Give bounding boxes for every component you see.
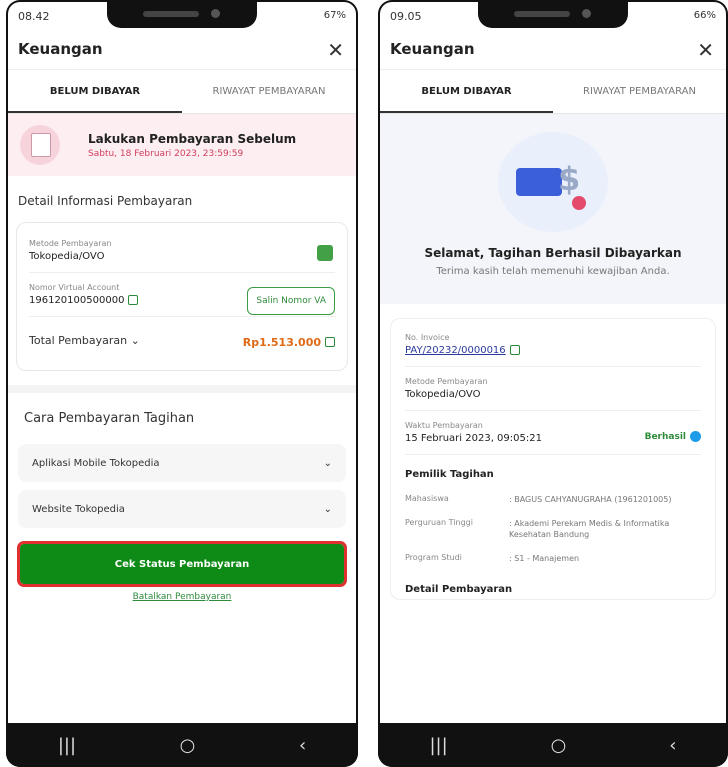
status-time: 08.42 xyxy=(18,10,50,23)
tabs: BELUM DIBAYAR RIWAYAT PEMBAYARAN xyxy=(380,70,726,114)
recent-apps-icon[interactable]: ||| xyxy=(429,735,447,756)
app-bar: Keuangan ✕ xyxy=(380,30,726,70)
payment-success-illustration: $ xyxy=(498,132,608,232)
tab-belum-dibayar[interactable]: BELUM DIBAYAR xyxy=(8,70,182,113)
screen-left: 08.42 67% Keuangan ✕ BELUM DIBAYAR RIWAY… xyxy=(8,2,356,723)
total-row: Total Pembayaran ⌄ Rp1.513.000 xyxy=(29,317,335,364)
phone-left: 08.42 67% Keuangan ✕ BELUM DIBAYAR RIWAY… xyxy=(6,0,358,767)
back-icon[interactable]: ‹ xyxy=(299,735,306,756)
status-bar: 09.05 66% xyxy=(380,2,726,30)
owner-row: Mahasiswa : BAGUS CAHYANUGRAHA (196120100… xyxy=(405,488,701,512)
recent-apps-icon[interactable]: ||| xyxy=(58,735,76,756)
copy-total-icon[interactable] xyxy=(325,336,335,347)
page-title: Keuangan xyxy=(390,40,475,58)
back-icon[interactable]: ‹ xyxy=(669,735,676,756)
camera-notch xyxy=(107,2,257,28)
total-value: Rp1.513.000 xyxy=(242,336,321,349)
time-label: Waktu Pembayaran xyxy=(405,421,483,430)
copy-icon[interactable] xyxy=(509,345,520,355)
owner-value: : Akademi Perekam Medis & Informatika Ke… xyxy=(509,518,670,540)
invoice-label: No. Invoice xyxy=(405,333,450,342)
app-bar: Keuangan ✕ xyxy=(8,30,356,70)
battery-level: 67% xyxy=(323,10,346,21)
status-badge: Berhasil xyxy=(645,431,701,442)
owner-key: Perguruan Tinggi xyxy=(405,517,473,527)
close-icon[interactable]: ✕ xyxy=(697,38,714,62)
invoice-link[interactable]: PAY/20232/0000016 xyxy=(405,345,506,356)
invoice-card: No. Invoice PAY/20232/0000016 Metode Pem… xyxy=(390,318,716,601)
tab-riwayat-pembayaran[interactable]: RIWAYAT PEMBAYARAN xyxy=(553,70,726,113)
accordion-label: Aplikasi Mobile Tokopedia xyxy=(32,457,160,469)
phone-right: 09.05 66% Keuangan ✕ BELUM DIBAYAR RIWAY… xyxy=(378,0,728,767)
android-nav-bar: ||| ○ ‹ xyxy=(378,723,728,767)
accordion-tokopedia-web[interactable]: Website Tokopedia ⌄ xyxy=(18,490,346,528)
owner-value: : BAGUS CAHYANUGRAHA (1961201005) xyxy=(509,495,672,504)
va-row: Nomor Virtual Account 196120100500000 Sa… xyxy=(29,273,335,317)
tab-belum-dibayar[interactable]: BELUM DIBAYAR xyxy=(380,70,553,113)
screen-right: 09.05 66% Keuangan ✕ BELUM DIBAYAR RIWAY… xyxy=(380,2,726,723)
method-row: Metode Pembayaran Tokopedia/OVO xyxy=(405,367,701,411)
total-label[interactable]: Total Pembayaran ⌄ xyxy=(29,334,140,347)
check-icon xyxy=(690,431,701,442)
deadline-title: Lakukan Pembayaran Sebelum xyxy=(88,131,297,146)
camera-notch xyxy=(478,2,628,28)
calendar-icon xyxy=(20,125,60,165)
accordion-tokopedia-app[interactable]: Aplikasi Mobile Tokopedia ⌄ xyxy=(18,444,346,482)
cancel-payment-link[interactable]: Batalkan Pembayaran xyxy=(8,592,356,602)
home-icon[interactable]: ○ xyxy=(180,735,196,756)
method-label: Metode Pembayaran xyxy=(405,377,488,386)
status-time: 09.05 xyxy=(390,10,422,23)
success-subtitle: Terima kasih telah memenuhi kewajiban An… xyxy=(436,266,670,277)
owner-row: Program Studi : S1 - Manajemen xyxy=(405,547,701,571)
shopping-bag-icon xyxy=(317,245,333,261)
chevron-down-icon: ⌄ xyxy=(323,457,332,469)
battery-level: 66% xyxy=(693,10,716,21)
success-title: Selamat, Tagihan Berhasil Dibayarkan xyxy=(424,246,682,260)
instructions-title: Cara Pembayaran Tagihan xyxy=(24,411,195,426)
time-row: Waktu Pembayaran 15 Februari 2023, 09:05… xyxy=(405,411,701,455)
status-text: Berhasil xyxy=(644,432,686,442)
credit-card-icon xyxy=(516,168,562,196)
badge-dot xyxy=(572,196,586,210)
owner-value: : S1 - Manajemen xyxy=(509,553,580,563)
method-label: Metode Pembayaran xyxy=(29,239,112,248)
deadline-date: Sabtu, 18 Februari 2023, 23:59:59 xyxy=(88,148,244,159)
home-icon[interactable]: ○ xyxy=(551,735,567,756)
detail-payment-title: Detail Pembayaran xyxy=(405,584,513,596)
copy-icon[interactable] xyxy=(128,295,139,305)
accordion-label: Website Tokopedia xyxy=(32,503,125,515)
invoice-row: No. Invoice PAY/20232/0000016 xyxy=(405,323,701,367)
deadline-banner: Lakukan Pembayaran Sebelum Sabtu, 18 Feb… xyxy=(8,114,356,176)
tabs: BELUM DIBAYAR RIWAYAT PEMBAYARAN xyxy=(8,70,356,114)
owner-key: Mahasiswa xyxy=(405,494,449,503)
total-value-wrap: Rp1.513.000 xyxy=(243,331,335,350)
tab-riwayat-pembayaran[interactable]: RIWAYAT PEMBAYARAN xyxy=(182,70,356,113)
payment-info-card: Metode Pembayaran Tokopedia/OVO Nomor Vi… xyxy=(16,222,348,371)
chevron-down-icon: ⌄ xyxy=(323,503,332,515)
invoice-value-wrap: PAY/20232/0000016 xyxy=(405,345,701,356)
va-value: 196120100500000 xyxy=(29,295,125,306)
owner-section: Pemilik Tagihan Mahasiswa : BAGUS CAHYANU… xyxy=(405,455,701,570)
check-status-button[interactable]: Cek Status Pembayaran xyxy=(17,541,347,587)
dollar-icon: $ xyxy=(558,160,581,198)
status-bar: 08.42 67% xyxy=(8,2,356,30)
owner-title: Pemilik Tagihan xyxy=(405,469,494,480)
owner-row: Perguruan Tinggi : Akademi Perekam Medis … xyxy=(405,512,701,547)
divider xyxy=(8,385,356,393)
method-value: Tokopedia/OVO xyxy=(29,251,105,262)
method-row: Metode Pembayaran Tokopedia/OVO xyxy=(29,229,335,273)
owner-key: Program Studi xyxy=(405,552,462,562)
method-value: Tokopedia/OVO xyxy=(405,389,481,400)
success-hero: $ Selamat, Tagihan Berhasil Dibayarkan T… xyxy=(380,114,726,304)
page-title: Keuangan xyxy=(18,40,103,58)
detail-section-title: Detail Informasi Pembayaran xyxy=(18,194,193,208)
android-nav-bar: ||| ○ ‹ xyxy=(6,723,358,767)
copy-va-button[interactable]: Salin Nomor VA xyxy=(247,287,335,315)
close-icon[interactable]: ✕ xyxy=(327,38,344,62)
